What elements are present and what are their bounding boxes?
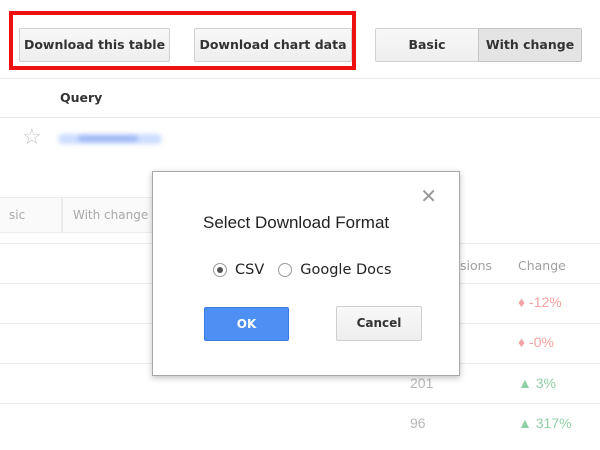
impressions-column-header: sions — [460, 258, 493, 273]
query-column-header: Query — [60, 90, 103, 105]
impressions-value: 96 — [410, 415, 426, 431]
divider — [0, 403, 600, 404]
arrow-up-icon: ▲ — [518, 375, 532, 391]
format-options: CSV Google Docs — [213, 262, 392, 278]
close-icon[interactable]: ✕ — [420, 186, 437, 206]
ok-button[interactable]: OK — [204, 307, 289, 341]
highlight-box — [9, 11, 356, 70]
google-docs-label[interactable]: Google Docs — [300, 262, 391, 278]
download-format-dialog: ✕ Select Download Format CSV Google Docs… — [152, 171, 460, 376]
change-cell: ♦ -12% — [518, 294, 562, 310]
tab-with-change[interactable]: With change — [62, 197, 162, 233]
change-cell: ▲ 3% — [518, 375, 556, 391]
arrow-down-icon: ♦ — [518, 294, 526, 310]
query-link[interactable] — [58, 134, 162, 144]
csv-label[interactable]: CSV — [235, 262, 264, 278]
change-value: 3% — [535, 375, 556, 391]
change-value: 317% — [535, 415, 572, 431]
view-with-change-button[interactable]: With change — [478, 28, 582, 62]
change-column-header: Change — [518, 258, 566, 273]
tab-basic[interactable]: sic — [0, 197, 62, 233]
change-value: -0% — [529, 334, 554, 350]
change-value: -12% — [529, 294, 562, 310]
impressions-value: 201 — [410, 375, 434, 391]
google-docs-radio[interactable] — [278, 263, 293, 277]
arrow-up-icon: ▲ — [518, 415, 532, 431]
change-cell: ♦ -0% — [518, 334, 554, 350]
change-cell: ▲ 317% — [518, 415, 572, 431]
dialog-title: Select Download Format — [203, 213, 390, 232]
divider — [0, 78, 600, 79]
csv-radio[interactable] — [213, 263, 227, 277]
star-icon[interactable]: ☆ — [22, 126, 42, 148]
divider — [0, 117, 600, 118]
arrow-down-icon: ♦ — [518, 334, 526, 350]
cancel-button[interactable]: Cancel — [336, 306, 422, 341]
view-basic-button[interactable]: Basic — [375, 28, 479, 62]
